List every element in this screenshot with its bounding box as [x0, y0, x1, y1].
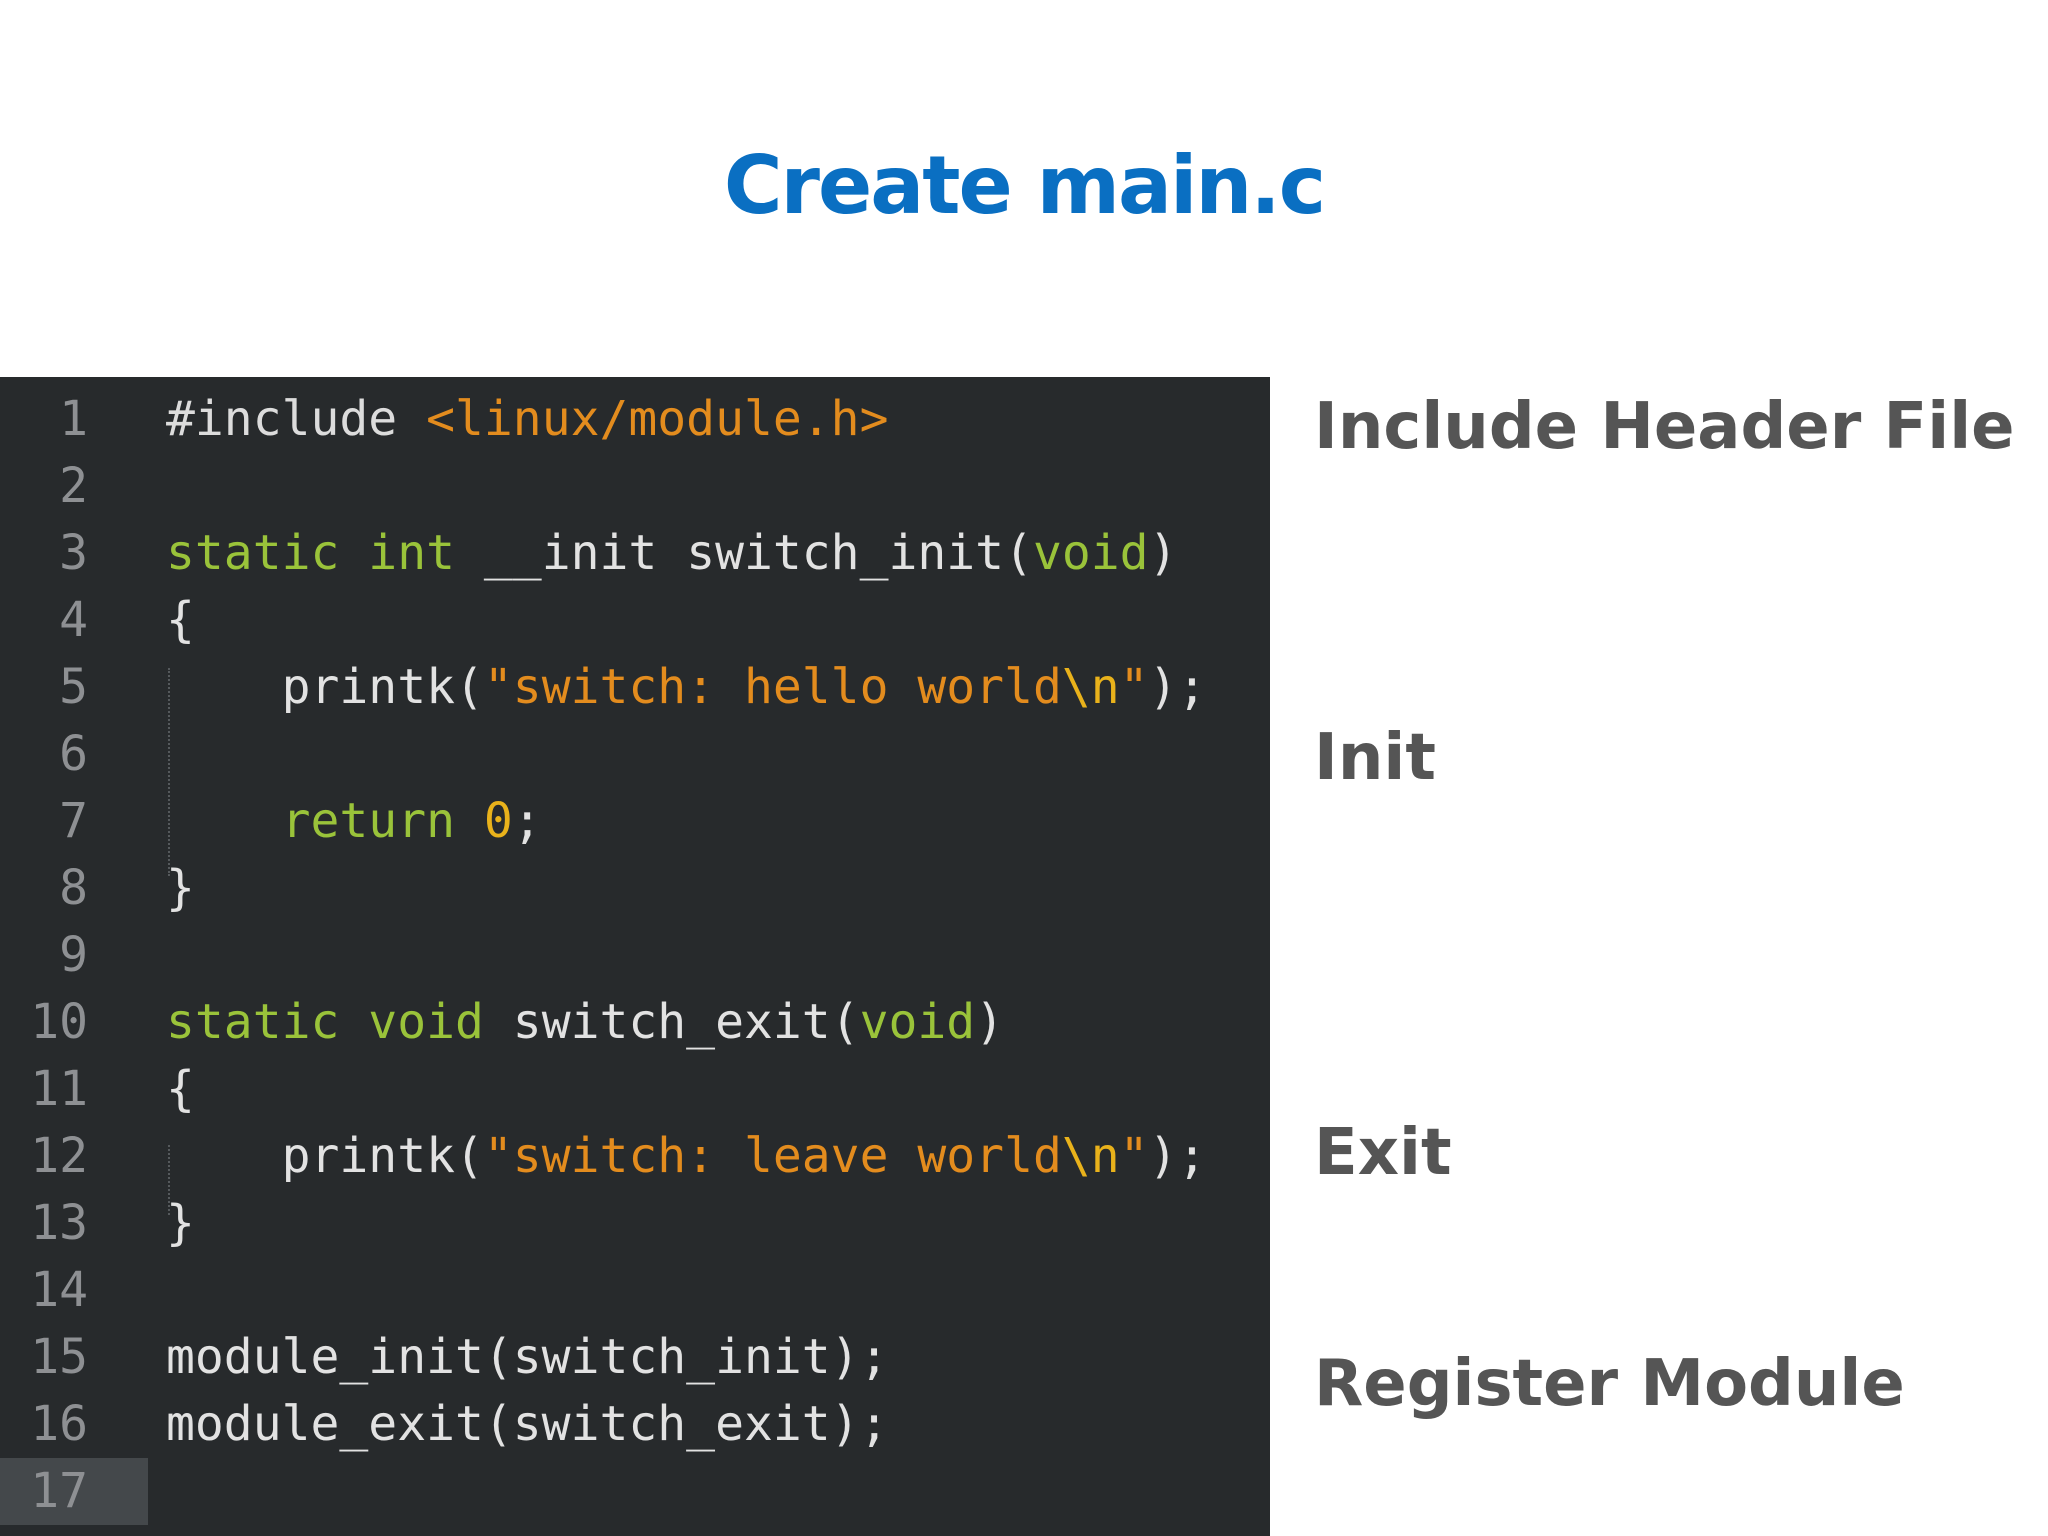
code-token-id: module_exit(switch_exit); — [166, 1396, 889, 1452]
code-token-id — [339, 525, 368, 581]
code-token-punct: { — [166, 592, 195, 648]
code-token-esc: \n — [1061, 1128, 1120, 1184]
code-line[interactable]: 8} — [0, 855, 1270, 922]
code-text: #include <linux/module.h> — [166, 386, 888, 453]
line-number: 16 — [30, 1396, 88, 1452]
code-token-id — [455, 793, 484, 849]
code-line[interactable]: 7 return 0; — [0, 788, 1270, 855]
code-token-inc: <linux/module.h> — [426, 391, 889, 447]
line-number: 5 — [59, 659, 88, 715]
slide-title: Create main.c — [723, 139, 1326, 232]
code-line[interactable]: 1 #include <linux/module.h> — [0, 386, 1270, 453]
code-token-id — [339, 994, 368, 1050]
line-number: 15 — [30, 1329, 88, 1385]
code-token-kw: void — [1032, 525, 1149, 581]
code-line[interactable]: 13} — [0, 1190, 1270, 1257]
line-number: 4 — [59, 592, 88, 648]
code-line[interactable]: 3 static int __init switch_init(void) — [0, 520, 1270, 587]
code-token-id: printk( — [166, 659, 484, 715]
code-token-punct: { — [166, 1061, 195, 1117]
code-token-str: " — [1119, 1128, 1149, 1184]
line-number: 17 — [0, 1458, 148, 1525]
code-line[interactable]: 9 — [0, 922, 1270, 989]
code-token-str: " — [1119, 659, 1149, 715]
code-token-esc: \n — [1061, 659, 1120, 715]
code-token-id: ); — [1148, 1128, 1207, 1184]
code-line[interactable]: 14 — [0, 1257, 1270, 1324]
line-number: 10 — [30, 994, 88, 1050]
code-line[interactable]: 17 — [0, 1458, 1270, 1525]
code-text: printk("switch: hello world\n"); — [166, 654, 1207, 721]
code-line[interactable]: 11 { — [0, 1056, 1270, 1123]
code-token-kw: static — [166, 994, 340, 1050]
line-number: 3 — [59, 525, 88, 581]
code-token-id — [166, 793, 282, 849]
code-token-kw: static — [166, 525, 340, 581]
code-line[interactable]: 16 module_exit(switch_exit); — [0, 1391, 1270, 1458]
code-line[interactable]: 15 module_init(switch_init); — [0, 1324, 1270, 1391]
code-token-kw: void — [368, 994, 484, 1050]
line-number: 14 — [30, 1262, 88, 1318]
code-token-kw: int — [368, 525, 455, 581]
code-line[interactable]: 6 — [0, 721, 1270, 788]
line-number: 7 — [59, 793, 88, 849]
code-token-id: printk( — [166, 1128, 484, 1184]
code-line[interactable]: 5 printk("switch: hello world\n"); — [0, 654, 1270, 721]
code-text: } — [166, 1190, 195, 1257]
code-line[interactable]: 2 — [0, 453, 1270, 520]
line-number: 2 — [59, 458, 88, 514]
code-text: static void switch_exit(void) — [166, 989, 1004, 1056]
code-token-str: "switch: hello world — [483, 659, 1062, 715]
annotation-init: Init — [1314, 721, 1436, 795]
code-text: return 0; — [166, 788, 542, 855]
line-number: 11 — [30, 1061, 88, 1117]
line-number: 13 — [30, 1195, 88, 1251]
annotation-include-header-file: Include Header File — [1314, 390, 2015, 464]
code-line[interactable]: 10 static void switch_exit(void) — [0, 989, 1270, 1056]
code-text: printk("switch: leave world\n"); — [166, 1123, 1207, 1190]
code-token-id: ; — [512, 793, 542, 849]
line-number: 1 — [59, 391, 88, 447]
code-line[interactable]: 12 printk("switch: leave world\n"); — [0, 1123, 1270, 1190]
code-token-punct: } — [166, 1195, 195, 1251]
code-token-id: ) — [975, 994, 1005, 1050]
code-text: { — [166, 587, 195, 654]
line-number: 8 — [59, 860, 88, 916]
code-text: module_exit(switch_exit); — [166, 1391, 888, 1458]
code-text: { — [166, 1056, 195, 1123]
code-token-id: ); — [1148, 659, 1207, 715]
code-token-str: "switch: leave world — [483, 1128, 1062, 1184]
annotation-exit: Exit — [1314, 1116, 1452, 1190]
code-editor[interactable]: 1 #include <linux/module.h> 2 3 static int _… — [0, 377, 1270, 1536]
code-token-id: __init switch_init( — [455, 525, 1033, 581]
code-token-kw: void — [859, 994, 976, 1050]
line-number: 12 — [30, 1128, 88, 1184]
code-token-punct: } — [166, 860, 195, 916]
line-number: 9 — [59, 927, 88, 983]
code-token-id: switch_exit( — [483, 994, 860, 1050]
code-text: static int __init switch_init(void) — [166, 520, 1177, 587]
code-text: } — [166, 855, 195, 922]
code-token-num: 0 — [483, 793, 513, 849]
code-text: module_init(switch_init); — [166, 1324, 888, 1391]
annotation-register-module: Register Module — [1314, 1347, 1905, 1421]
code-token-kw: return — [281, 793, 455, 849]
code-token-id: module_init(switch_init); — [166, 1329, 889, 1385]
line-number: 6 — [59, 726, 88, 782]
code-token-pre: #include — [166, 391, 427, 447]
code-token-id: ) — [1148, 525, 1178, 581]
code-line[interactable]: 4{ — [0, 587, 1270, 654]
